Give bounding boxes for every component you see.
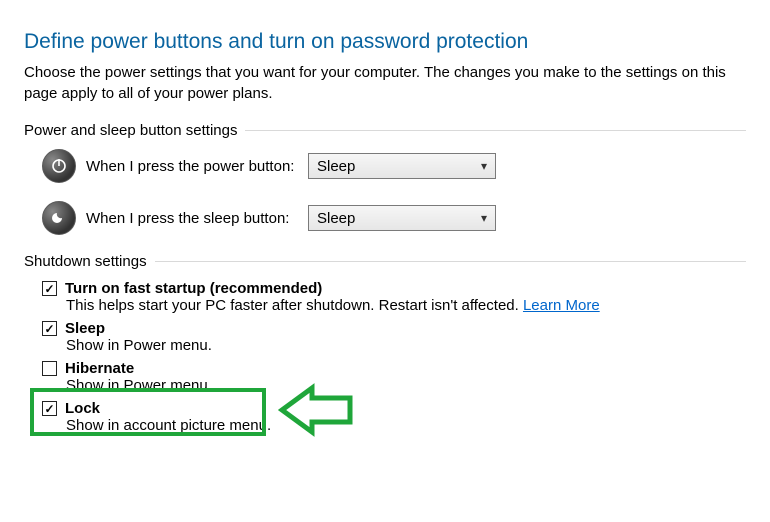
lock-desc: Show in account picture menu. xyxy=(66,417,746,434)
lock-checkbox[interactable]: ✓ xyxy=(42,401,57,416)
fast-startup-checkbox[interactable]: ✓ xyxy=(42,281,57,296)
sleep-button-label: When I press the sleep button: xyxy=(86,210,308,227)
power-button-row: When I press the power button: Sleep ▾ xyxy=(42,149,746,183)
fast-startup-item: ✓ Turn on fast startup (recommended) Thi… xyxy=(42,280,746,314)
sleep-item: ✓ Sleep Show in Power menu. xyxy=(42,320,746,354)
power-button-select[interactable]: Sleep ▾ xyxy=(308,153,496,179)
chevron-down-icon: ▾ xyxy=(481,211,487,225)
fast-startup-label: Turn on fast startup (recommended) xyxy=(65,280,322,297)
group-shutdown-header: Shutdown settings xyxy=(24,253,746,270)
lock-label: Lock xyxy=(65,400,100,417)
sleep-checkbox[interactable]: ✓ xyxy=(42,321,57,336)
sleep-button-select[interactable]: Sleep ▾ xyxy=(308,205,496,231)
chevron-down-icon: ▾ xyxy=(481,159,487,173)
power-icon xyxy=(42,149,76,183)
hibernate-desc: Show in Power menu. xyxy=(66,377,746,394)
group-shutdown-label: Shutdown settings xyxy=(24,253,147,270)
sleep-desc: Show in Power menu. xyxy=(66,337,746,354)
power-button-select-value: Sleep xyxy=(317,158,355,175)
divider xyxy=(245,130,746,131)
lock-item: ✓ Lock Show in account picture menu. xyxy=(42,400,746,434)
group-power-sleep-label: Power and sleep button settings xyxy=(24,122,237,139)
sleep-button-select-value: Sleep xyxy=(317,210,355,227)
group-power-sleep-header: Power and sleep button settings xyxy=(24,122,746,139)
hibernate-label: Hibernate xyxy=(65,360,134,377)
sleep-button-row: When I press the sleep button: Sleep ▾ xyxy=(42,201,746,235)
sleep-label: Sleep xyxy=(65,320,105,337)
page-title: Define power buttons and turn on passwor… xyxy=(24,30,746,54)
hibernate-item: Hibernate Show in Power menu. xyxy=(42,360,746,394)
learn-more-link[interactable]: Learn More xyxy=(523,297,600,314)
sleep-icon xyxy=(42,201,76,235)
page-description: Choose the power settings that you want … xyxy=(24,62,744,104)
fast-startup-desc: This helps start your PC faster after sh… xyxy=(66,297,519,314)
hibernate-checkbox[interactable] xyxy=(42,361,57,376)
divider xyxy=(155,261,746,262)
power-button-label: When I press the power button: xyxy=(86,158,308,175)
